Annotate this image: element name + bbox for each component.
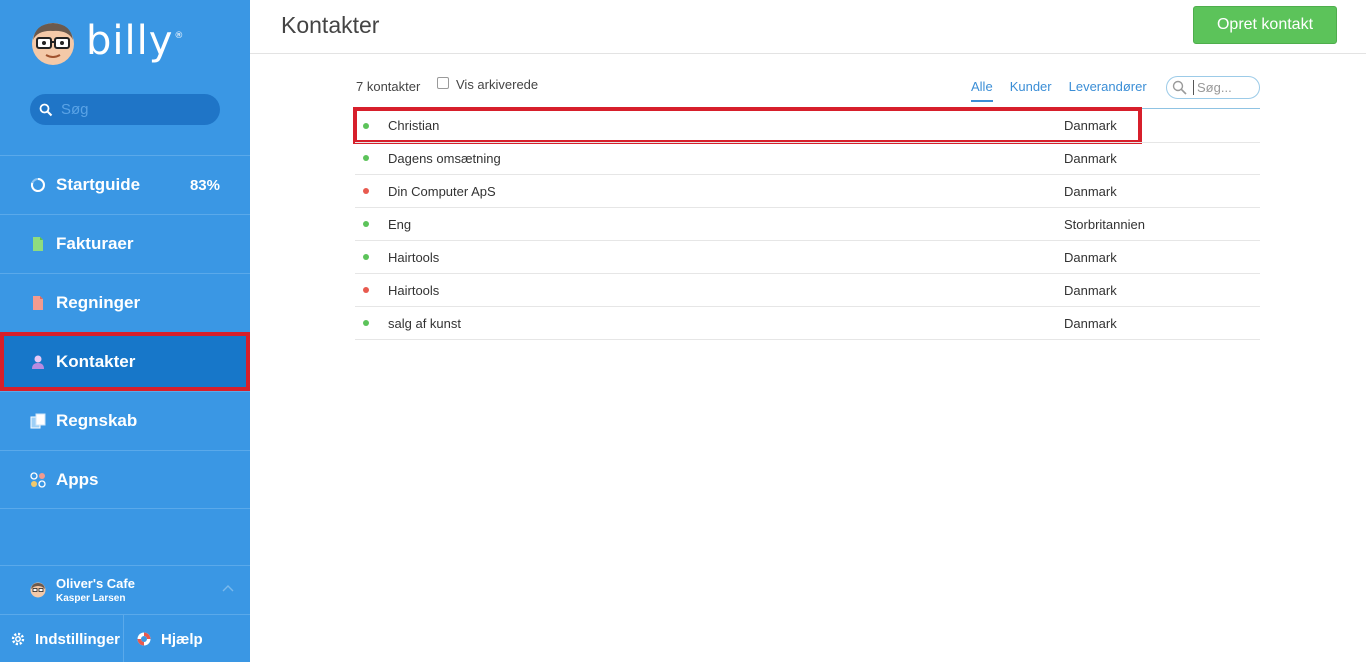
table-row[interactable]: Eng Storbritannien	[355, 208, 1260, 241]
logo-text: billy®	[86, 18, 185, 64]
organization-name: Oliver's Cafe	[56, 575, 135, 591]
nav-item-kontakter[interactable]: Kontakter	[0, 332, 250, 391]
page-header: Kontakter Opret kontakt	[250, 0, 1366, 54]
page-title: Kontakter	[281, 12, 380, 38]
user-name: Kasper Larsen	[56, 592, 126, 604]
nav-item-label: Fakturaer	[56, 234, 134, 253]
nav-item-label: Regninger	[56, 293, 141, 312]
status-dot	[363, 287, 369, 293]
show-archived-toggle[interactable]: Vis arkiverede	[437, 76, 539, 92]
settings-button[interactable]: Indstillinger	[0, 615, 124, 662]
nav-item-regnskab[interactable]: Regnskab	[0, 391, 250, 450]
filter-suppliers[interactable]: Leverandører	[1069, 79, 1147, 94]
table-row[interactable]: Dagens omsætning Danmark	[355, 142, 1260, 175]
status-dot	[363, 221, 369, 227]
billy-logo[interactable]: billy®	[30, 18, 184, 68]
contact-search[interactable]	[1166, 76, 1260, 99]
settings-label: Indstillinger	[35, 630, 121, 648]
nav-item-label: Regnskab	[56, 411, 138, 430]
contact-search-input[interactable]	[1193, 80, 1253, 95]
bill-icon	[33, 296, 43, 310]
accounting-icon	[30, 413, 46, 429]
table-row[interactable]: Christian Danmark	[353, 107, 1260, 144]
contact-name: Eng	[388, 216, 412, 232]
progress-ring-icon	[30, 178, 45, 192]
nav-item-apps[interactable]: Apps	[0, 450, 250, 509]
progress-percent: 83%	[189, 176, 220, 194]
contact-country: Danmark	[1064, 183, 1117, 199]
nav-item-label: Startguide	[56, 175, 141, 194]
help-button[interactable]: Hjælp	[124, 615, 203, 662]
sidebar-search[interactable]	[30, 94, 220, 125]
status-dot	[363, 188, 369, 194]
status-dot	[363, 122, 369, 129]
contact-country: Danmark	[1064, 315, 1117, 331]
search-icon	[39, 103, 53, 116]
status-dot	[363, 320, 369, 326]
contact-icon	[32, 355, 44, 369]
create-contact-button[interactable]: Opret kontakt	[1193, 6, 1337, 44]
filter-customers[interactable]: Kunder	[1010, 79, 1052, 94]
gear-icon	[11, 632, 25, 646]
table-row[interactable]: Hairtools Danmark	[355, 241, 1260, 274]
sidebar: billy® Startguide 83% Fakturaer Regninge…	[0, 0, 250, 662]
table-row[interactable]: Hairtools Danmark	[355, 274, 1260, 307]
sidebar-footer: Indstillinger Hjælp	[0, 614, 250, 662]
sidebar-search-input[interactable]	[61, 101, 211, 118]
contact-name: Hairtools	[388, 282, 440, 298]
contact-country: Danmark	[1064, 150, 1117, 166]
filter-all[interactable]: Alle	[971, 79, 993, 102]
table-row[interactable]: salg af kunst Danmark	[355, 307, 1260, 340]
contact-country: Danmark	[1064, 282, 1117, 298]
nav-item-fakturaer[interactable]: Fakturaer	[0, 214, 250, 273]
contact-country: Danmark	[1064, 118, 1117, 133]
contact-name: Din Computer ApS	[388, 183, 496, 199]
avatar	[30, 582, 46, 597]
contact-name: Christian	[388, 118, 440, 133]
nav-item-regninger[interactable]: Regninger	[0, 273, 250, 332]
contact-filter-tabs: Alle Kunder Leverandører	[971, 79, 1164, 102]
search-icon	[1172, 80, 1187, 95]
organization-switcher[interactable]: Oliver's Cafe Kasper Larsen	[0, 565, 250, 613]
lifebuoy-icon	[137, 632, 151, 646]
contact-count: 7 kontakter	[356, 79, 421, 94]
status-dot	[363, 254, 369, 260]
invoice-icon	[33, 237, 43, 251]
list-toolbar: 7 kontakter Vis arkiverede Alle Kunder L…	[355, 74, 1260, 109]
main-nav: Startguide 83% Fakturaer Regninger Konta…	[0, 155, 250, 509]
billy-mascot-icon	[32, 23, 74, 65]
apps-icon	[30, 471, 46, 488]
chevron-up-icon	[222, 585, 234, 592]
help-label: Hjælp	[161, 630, 203, 648]
contact-name: Dagens omsætning	[388, 150, 501, 166]
show-archived-checkbox[interactable]	[437, 76, 449, 89]
contact-country: Storbritannien	[1064, 216, 1145, 232]
contact-name: salg af kunst	[388, 315, 461, 331]
contact-country: Danmark	[1064, 249, 1117, 265]
nav-item-label: Kontakter	[56, 352, 136, 371]
contacts-table: Christian Danmark Dagens omsætning Danma…	[353, 107, 1260, 340]
nav-item-startguide[interactable]: Startguide 83%	[0, 155, 250, 214]
contact-name: Hairtools	[388, 249, 440, 265]
table-row[interactable]: Din Computer ApS Danmark	[355, 175, 1260, 208]
status-dot	[363, 155, 369, 161]
show-archived-label: Vis arkiverede	[456, 77, 539, 92]
nav-item-label: Apps	[56, 469, 99, 489]
